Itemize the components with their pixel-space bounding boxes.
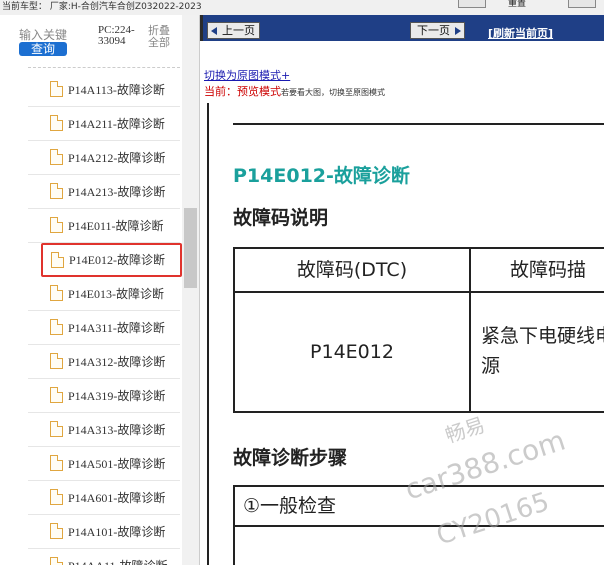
current-mode-hint: 若要看大图，切换至原图模式	[281, 88, 385, 97]
document-icon	[50, 115, 63, 131]
search-input[interactable]: 输入关键	[19, 26, 79, 43]
current-car-info: 当前车型： 厂家:H-合创汽车合创Z032022-2023	[2, 2, 202, 12]
toolbar-button-right[interactable]	[568, 0, 596, 8]
watermark-line1: 畅易	[442, 412, 488, 448]
next-page-label: 下一页	[417, 24, 450, 37]
tree-item-label: P14A319-故障诊断	[68, 389, 166, 403]
tree-item[interactable]: P14A313-故障诊断	[28, 413, 180, 447]
document-icon	[50, 421, 63, 437]
right-panel: 上一页 下一页 [刷新当前页] 切换为原图模式+ 当前：预览模式若要看大图，切换…	[200, 15, 604, 565]
document-icon	[50, 285, 63, 301]
search-area: 输入关键 查询 PC:224-33094 折叠全部	[0, 15, 182, 70]
tree-item-label: P14A211-故障诊断	[68, 117, 165, 131]
document-icon	[50, 217, 63, 233]
collapse-all-button[interactable]: 折叠全部	[148, 25, 174, 49]
top-status-bar: 当前车型： 厂家:H-合创汽车合创Z032022-2023 重置	[0, 0, 604, 15]
tree-item[interactable]: P14AA11-故障诊断	[28, 549, 180, 565]
tree-item-label: P14A101-故障诊断	[68, 525, 166, 539]
document-top-rule	[233, 123, 604, 125]
current-mode-value: 预览模式	[237, 85, 281, 98]
document-icon	[51, 252, 64, 268]
document-icon	[50, 319, 63, 335]
current-mode-prefix: 当前：	[204, 85, 237, 98]
left-panel: 输入关键 查询 PC:224-33094 折叠全部 P14A113-故障诊断 P1…	[0, 15, 200, 565]
tree-item[interactable]: P14A312-故障诊断	[28, 345, 180, 379]
tree-item-label: P14A501-故障诊断	[68, 457, 166, 471]
document-icon	[50, 523, 63, 539]
tree-item[interactable]: P14A113-故障诊断	[28, 73, 180, 107]
page-navbar: 上一页 下一页 [刷新当前页]	[200, 15, 604, 41]
tree-item[interactable]: P14E011-故障诊断	[28, 209, 180, 243]
tree-item-selected[interactable]: P14E012-故障诊断	[41, 243, 182, 277]
tree-item-label: P14A312-故障诊断	[68, 355, 166, 369]
tree-item-label: P14A601-故障诊断	[68, 491, 166, 505]
tree-item[interactable]: P14A601-故障诊断	[28, 481, 180, 515]
prev-page-label: 上一页	[222, 24, 255, 37]
arrow-right-icon	[455, 27, 461, 35]
switch-original-mode-link[interactable]: 切换为原图模式+	[204, 67, 290, 83]
scrollbar-thumb[interactable]	[184, 208, 197, 288]
document-icon	[50, 387, 63, 403]
tree-item[interactable]: P14A311-故障诊断	[28, 311, 180, 345]
tree-item[interactable]: P14A101-故障诊断	[28, 515, 180, 549]
document-icon	[50, 183, 63, 199]
tree-item[interactable]: P14A211-故障诊断	[28, 107, 180, 141]
document-icon	[50, 455, 63, 471]
reset-label[interactable]: 重置	[508, 0, 526, 9]
tree-item-label: P14A213-故障诊断	[68, 185, 166, 199]
tree-item-label: P14AA11-故障诊断	[68, 557, 168, 565]
tree-item-label: P14A311-故障诊断	[68, 321, 165, 335]
tree-item-label: P14A113-故障诊断	[68, 83, 165, 97]
tree-item[interactable]: P14A319-故障诊断	[28, 379, 180, 413]
prev-page-button[interactable]: 上一页	[207, 22, 260, 39]
search-button[interactable]: 查询	[19, 42, 67, 56]
tree-item-label: P14E011-故障诊断	[68, 219, 164, 233]
document-icon	[50, 557, 63, 565]
divider	[28, 67, 180, 68]
tree-item[interactable]: P14A501-故障诊断	[28, 447, 180, 481]
tree-item-label: P14E013-故障诊断	[68, 287, 165, 301]
tree-item[interactable]: P14A213-故障诊断	[28, 175, 180, 209]
toolbar-button-left[interactable]	[458, 0, 486, 8]
left-scrollbar[interactable]	[182, 15, 199, 565]
refresh-page-link[interactable]: [刷新当前页]	[488, 25, 553, 41]
document-icon	[50, 353, 63, 369]
table-header-code: 故障码(DTC)	[235, 249, 471, 293]
document-title: P14E012-故障诊断	[233, 165, 410, 187]
section-dtc-heading: 故障码说明	[233, 207, 329, 229]
document-icon	[50, 489, 63, 505]
pc-label: PC:224-33094	[98, 24, 135, 47]
tree-item-label: P14A313-故障诊断	[68, 423, 166, 437]
arrow-left-icon	[211, 27, 217, 35]
tree-item-label: P14E012-故障诊断	[69, 253, 166, 267]
dtc-table: 故障码(DTC) 故障码描 P14E012 紧急下电硬线电源	[233, 247, 604, 413]
document-icon	[50, 149, 63, 165]
document-viewer: P14E012-故障诊断 故障码说明 故障码(DTC) 故障码描 P14E012…	[207, 103, 604, 565]
tree-item[interactable]: P14A212-故障诊断	[28, 141, 180, 175]
tree-item[interactable]: P14E013-故障诊断	[28, 277, 180, 311]
table-header-desc: 故障码描	[471, 249, 604, 293]
section-steps-heading: 故障诊断步骤	[233, 447, 348, 469]
table-cell-desc: 紧急下电硬线电源	[481, 325, 604, 377]
current-mode-line: 当前：预览模式若要看大图，切换至原图模式	[204, 83, 385, 99]
document-icon	[50, 81, 63, 97]
next-page-button[interactable]: 下一页	[410, 22, 465, 39]
table-cell-code: P14E012	[235, 293, 471, 411]
tree-item-label: P14A212-故障诊断	[68, 151, 166, 165]
